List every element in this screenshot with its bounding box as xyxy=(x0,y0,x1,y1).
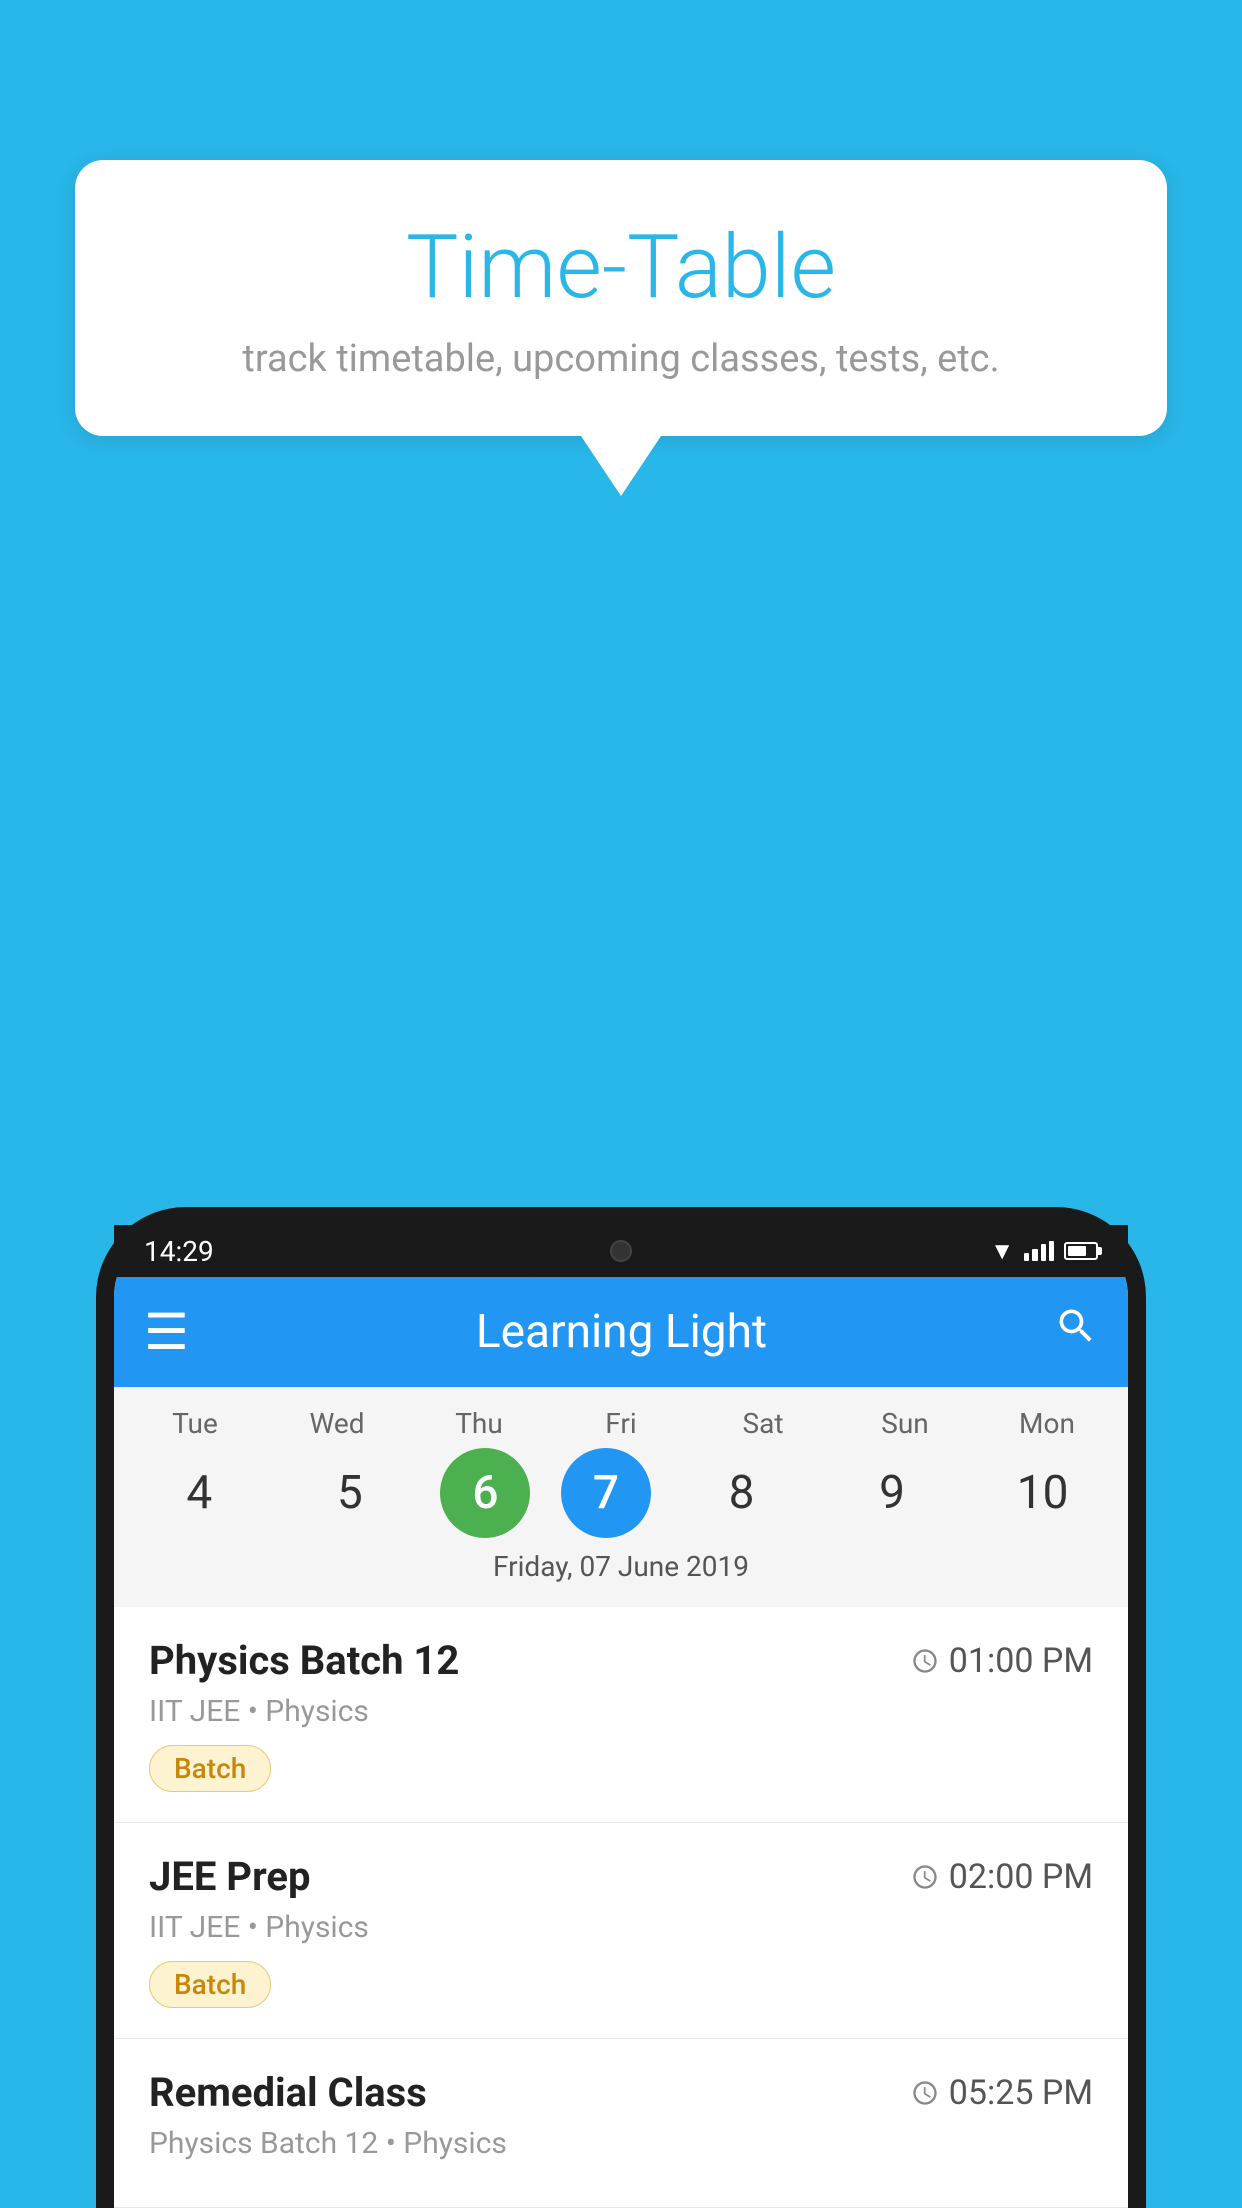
day-5[interactable]: 5 xyxy=(290,1448,410,1538)
phone-screen: ☰ Learning Light Tue Wed Thu Fri Sat Sun xyxy=(114,1225,1128,2208)
speech-bubble-arrow xyxy=(581,436,661,496)
status-time: 14:29 xyxy=(144,1235,214,1268)
schedule-item-2: JEE Prep 02:00 PM IIT JEE • Physics Batc… xyxy=(114,1823,1128,2039)
schedule-item-1-time: 01:00 PM xyxy=(911,1641,1093,1681)
speech-bubble-subtitle: track timetable, upcoming classes, tests… xyxy=(135,337,1107,381)
schedule-list: Physics Batch 12 01:00 PM IIT JEE • Phys… xyxy=(114,1607,1128,2208)
schedule-item-2-subtitle: IIT JEE • Physics xyxy=(149,1910,1093,1945)
phone-notch xyxy=(511,1225,731,1277)
phone-mockup: 14:29 ▼ ☰ Learning xyxy=(96,1207,1146,2208)
speech-bubble-card: Time-Table track timetable, upcoming cla… xyxy=(75,160,1167,436)
selected-date-label: Friday, 07 June 2019 xyxy=(114,1550,1128,1597)
schedule-item-3-title: Remedial Class xyxy=(149,2069,427,2116)
calendar-week: Tue Wed Thu Fri Sat Sun Mon 4 5 6 7 8 9 … xyxy=(114,1387,1128,1607)
day-header-wed: Wed xyxy=(277,1407,397,1440)
day-header-mon: Mon xyxy=(987,1407,1107,1440)
phone-status-bar: 14:29 ▼ xyxy=(114,1225,1128,1277)
day-header-thu: Thu xyxy=(419,1407,539,1440)
speech-bubble-title: Time-Table xyxy=(135,220,1107,317)
day-header-sun: Sun xyxy=(845,1407,965,1440)
schedule-item-2-header: JEE Prep 02:00 PM xyxy=(149,1853,1093,1900)
day-numbers: 4 5 6 7 8 9 10 xyxy=(114,1448,1128,1538)
battery-fill xyxy=(1068,1246,1086,1256)
schedule-item-1-badge: Batch xyxy=(149,1745,271,1792)
signal-icon xyxy=(1024,1241,1054,1261)
day-headers: Tue Wed Thu Fri Sat Sun Mon xyxy=(114,1407,1128,1440)
day-6-today[interactable]: 6 xyxy=(440,1448,530,1538)
menu-icon[interactable]: ☰ xyxy=(144,1303,189,1362)
schedule-item-3: Remedial Class 05:25 PM Physics Batch 12… xyxy=(114,2039,1128,2208)
speech-bubble-section: Time-Table track timetable, upcoming cla… xyxy=(75,160,1167,496)
battery-icon xyxy=(1064,1242,1098,1260)
schedule-item-1-header: Physics Batch 12 01:00 PM xyxy=(149,1637,1093,1684)
wifi-icon: ▼ xyxy=(990,1237,1014,1266)
schedule-item-3-time: 05:25 PM xyxy=(911,2073,1093,2113)
day-header-fri: Fri xyxy=(561,1407,681,1440)
schedule-item-1: Physics Batch 12 01:00 PM IIT JEE • Phys… xyxy=(114,1607,1128,1823)
schedule-item-3-subtitle: Physics Batch 12 • Physics xyxy=(149,2126,1093,2161)
day-8[interactable]: 8 xyxy=(682,1448,802,1538)
schedule-item-1-subtitle: IIT JEE • Physics xyxy=(149,1694,1093,1729)
schedule-item-2-title: JEE Prep xyxy=(149,1853,310,1900)
schedule-item-3-header: Remedial Class 05:25 PM xyxy=(149,2069,1093,2116)
schedule-item-2-badge: Batch xyxy=(149,1961,271,2008)
day-7-selected[interactable]: 7 xyxy=(561,1448,651,1538)
app-title: Learning Light xyxy=(476,1305,767,1359)
day-9[interactable]: 9 xyxy=(832,1448,952,1538)
day-header-sat: Sat xyxy=(703,1407,823,1440)
day-header-tue: Tue xyxy=(135,1407,255,1440)
app-bar: ☰ Learning Light xyxy=(114,1277,1128,1387)
day-4[interactable]: 4 xyxy=(139,1448,259,1538)
day-10[interactable]: 10 xyxy=(983,1448,1103,1538)
schedule-item-1-title: Physics Batch 12 xyxy=(149,1637,459,1684)
phone-outer: 14:29 ▼ ☰ Learning xyxy=(96,1207,1146,2208)
search-icon[interactable] xyxy=(1054,1304,1098,1360)
schedule-item-2-time: 02:00 PM xyxy=(911,1857,1093,1897)
phone-camera xyxy=(610,1240,632,1262)
status-icons: ▼ xyxy=(990,1237,1098,1266)
